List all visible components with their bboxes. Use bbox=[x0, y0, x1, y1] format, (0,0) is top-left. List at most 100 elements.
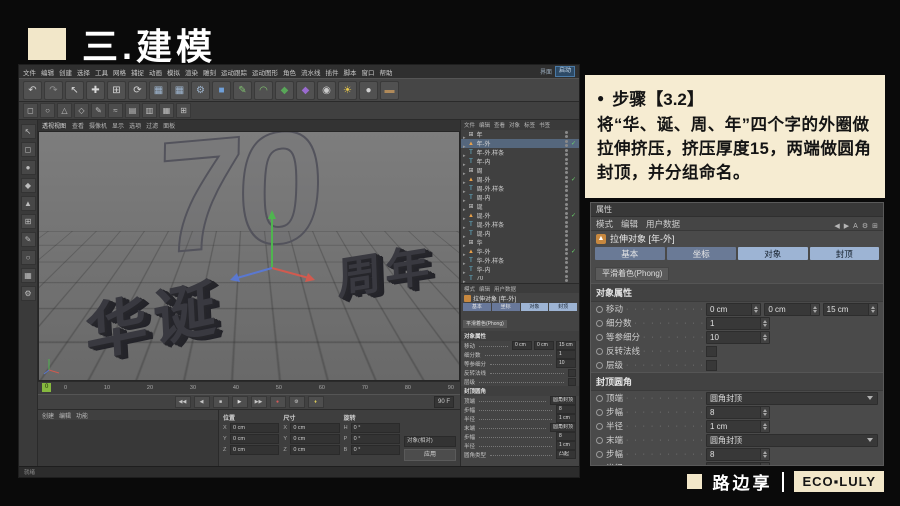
menu-item[interactable]: 运动图形 bbox=[252, 67, 278, 77]
cap-start-dropdown[interactable]: 圆角封顶 bbox=[550, 396, 576, 405]
keyframe-circle-icon[interactable] bbox=[596, 334, 603, 341]
keyframe-circle-icon[interactable] bbox=[596, 465, 603, 467]
coord-field[interactable]: 0 cm bbox=[290, 445, 339, 455]
object-row[interactable]: T 周-外.样条 bbox=[461, 184, 579, 193]
menu-item[interactable]: 文件 bbox=[23, 67, 36, 77]
cap-steps-field[interactable]: 8 bbox=[556, 432, 576, 441]
object-row[interactable]: ⊞ 诞 bbox=[461, 202, 579, 211]
timeline-ruler[interactable]: 0 0102030405060708090 bbox=[38, 381, 460, 394]
visibility-dots[interactable] bbox=[565, 149, 568, 156]
toolbar-icon[interactable]: ↷ bbox=[44, 81, 63, 100]
enabled-check-icon[interactable]: ✓ bbox=[570, 212, 577, 219]
cap-end-dropdown[interactable]: 圆角封顶 bbox=[550, 423, 576, 432]
visibility-dots[interactable] bbox=[565, 266, 568, 273]
object-row[interactable]: ⊞ 年 bbox=[461, 130, 579, 139]
cap-radius-field[interactable]: 1 cm bbox=[706, 420, 770, 433]
move-y-field[interactable]: 0 cm bbox=[764, 303, 819, 316]
visibility-dots[interactable] bbox=[565, 275, 568, 282]
coord-field[interactable]: 0 ° bbox=[351, 434, 400, 444]
object-row[interactable]: T 华-内 bbox=[461, 265, 579, 274]
menu-item[interactable]: 动画 bbox=[149, 67, 162, 77]
coord-field[interactable]: 0 ° bbox=[351, 445, 400, 455]
attr-menu-item[interactable]: 用户数据 bbox=[646, 218, 680, 230]
move-x-field[interactable]: 0 cm bbox=[706, 303, 761, 316]
visibility-dots[interactable] bbox=[565, 194, 568, 201]
side-toolbar-icon[interactable]: ▲ bbox=[21, 196, 36, 211]
menu-item[interactable]: 脚本 bbox=[344, 67, 357, 77]
side-toolbar-icon[interactable]: ○ bbox=[21, 250, 36, 265]
coord-mode-dropdown[interactable]: 对象(相对) bbox=[404, 436, 456, 447]
cap-radius-field[interactable]: 1 cm bbox=[556, 414, 576, 423]
coord-field[interactable]: 0 cm bbox=[230, 445, 279, 455]
visibility-dots[interactable] bbox=[565, 239, 568, 246]
attr-header-icon[interactable]: A bbox=[853, 215, 858, 233]
object-manager-menu-item[interactable]: 文件 bbox=[464, 121, 475, 129]
toolbar-icon[interactable]: ⊞ bbox=[176, 103, 191, 118]
material-menu-item[interactable]: 创建 bbox=[42, 411, 54, 420]
menu-item[interactable]: 角色 bbox=[283, 67, 296, 77]
menu-item[interactable]: 选择 bbox=[77, 67, 90, 77]
object-row[interactable]: T 诞-外.样条 bbox=[461, 220, 579, 229]
menu-item[interactable]: 网格 bbox=[113, 67, 126, 77]
toolbar-icon[interactable]: ↖ bbox=[65, 81, 84, 100]
toolbar-icon[interactable]: ✎ bbox=[233, 81, 252, 100]
keyframe-circle-icon[interactable] bbox=[596, 409, 603, 416]
object-row[interactable]: T 年-外.样条 bbox=[461, 148, 579, 157]
object-manager-menu-item[interactable]: 对象 bbox=[509, 121, 520, 129]
visibility-dots[interactable] bbox=[565, 257, 568, 264]
fillet-type-dropdown[interactable]: 凸起 bbox=[556, 450, 576, 459]
visibility-dots[interactable] bbox=[565, 185, 568, 192]
transport-button[interactable]: ◀ bbox=[194, 396, 210, 408]
menu-item[interactable]: 工具 bbox=[95, 67, 108, 77]
toolbar-icon[interactable]: ◆ bbox=[275, 81, 294, 100]
flip-normals-checkbox[interactable] bbox=[706, 346, 717, 357]
transport-button[interactable]: ⚙ bbox=[289, 396, 305, 408]
object-row[interactable]: T 70 bbox=[461, 274, 579, 283]
coord-field[interactable]: 0 cm bbox=[230, 423, 279, 433]
axis-gizmo[interactable] bbox=[227, 206, 317, 286]
menu-item[interactable]: 编辑 bbox=[41, 67, 54, 77]
keyframe-circle-icon[interactable] bbox=[596, 437, 603, 444]
coord-field[interactable]: 0 ° bbox=[351, 423, 400, 433]
move-z-field[interactable]: 15 cm bbox=[823, 303, 878, 316]
hierarchy-checkbox[interactable] bbox=[568, 378, 576, 386]
keyframe-circle-icon[interactable] bbox=[596, 423, 603, 430]
subdiv-field[interactable]: 1 bbox=[706, 317, 770, 330]
viewport-menu-item[interactable]: 查看 bbox=[72, 121, 84, 130]
toolbar-icon[interactable]: ⚙ bbox=[191, 81, 210, 100]
toolbar-icon[interactable]: ◆ bbox=[296, 81, 315, 100]
side-toolbar-icon[interactable]: ◆ bbox=[21, 178, 36, 193]
cap-start-dropdown[interactable]: 圆角封顶 bbox=[706, 392, 878, 405]
visibility-dots[interactable] bbox=[565, 203, 568, 210]
cap-radius-field[interactable]: 1 cm bbox=[556, 441, 576, 450]
attr-tab[interactable]: 基本 bbox=[595, 247, 665, 260]
menu-item[interactable]: 运动跟踪 bbox=[221, 67, 247, 77]
toolbar-icon[interactable]: ▦ bbox=[170, 81, 189, 100]
attr-tab[interactable]: 封顶 bbox=[549, 303, 577, 311]
toolbar-icon[interactable]: ≈ bbox=[108, 103, 123, 118]
attr-header-icon[interactable]: ▶ bbox=[844, 215, 849, 233]
object-row[interactable]: T 华-外.样条 bbox=[461, 256, 579, 265]
coord-field[interactable]: 0 cm bbox=[290, 434, 339, 444]
iso-field[interactable]: 10 bbox=[556, 359, 576, 368]
object-row[interactable]: ▲ 年-外 ✓ bbox=[461, 139, 579, 148]
toolbar-icon[interactable]: ○ bbox=[40, 103, 55, 118]
attr-tab[interactable]: 坐标 bbox=[667, 247, 737, 260]
object-manager-menu-item[interactable]: 标签 bbox=[524, 121, 535, 129]
side-toolbar-icon[interactable]: ⊞ bbox=[21, 214, 36, 229]
viewport-menu-item[interactable]: 过滤 bbox=[146, 121, 158, 130]
attr-tab[interactable]: 对象 bbox=[738, 247, 808, 260]
keyframe-circle-icon[interactable] bbox=[596, 348, 603, 355]
move-x-field[interactable]: 0 cm bbox=[512, 341, 532, 350]
interface-value-dropdown[interactable]: 启动 bbox=[555, 66, 575, 77]
attr-tab[interactable]: 坐标 bbox=[492, 303, 520, 311]
toolbar-icon[interactable]: ⊞ bbox=[107, 81, 126, 100]
phong-tab[interactable]: 平滑着色(Phong) bbox=[463, 320, 507, 328]
object-manager-menu-item[interactable]: 书签 bbox=[539, 121, 550, 129]
attr-menu-item[interactable]: 编辑 bbox=[621, 218, 638, 230]
keyframe-circle-icon[interactable] bbox=[596, 362, 603, 369]
timeline-playhead[interactable]: 0 bbox=[42, 383, 51, 392]
object-row[interactable]: ▲ 周-外 ✓ bbox=[461, 175, 579, 184]
cap-steps-field[interactable]: 8 bbox=[706, 406, 770, 419]
cap-radius-field[interactable]: 1 cm bbox=[706, 462, 770, 467]
